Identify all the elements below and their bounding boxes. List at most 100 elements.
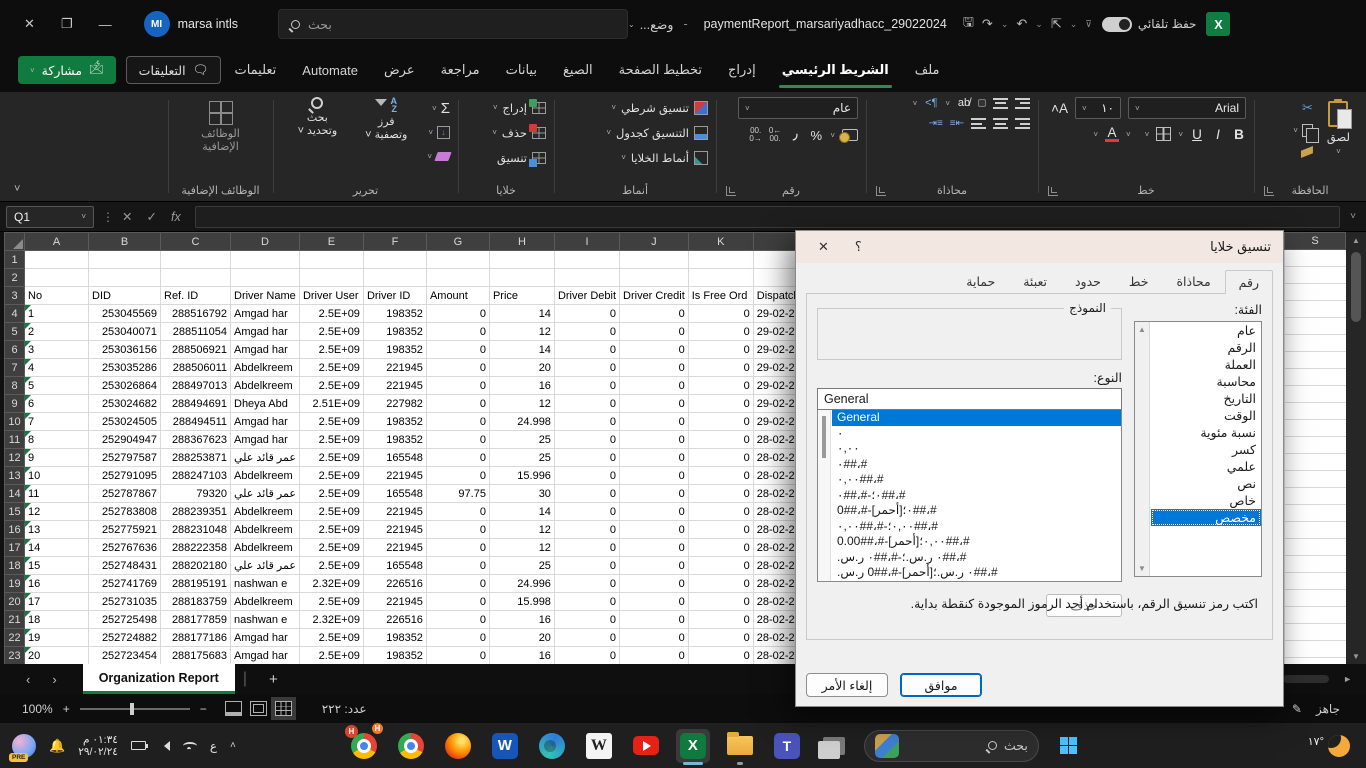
- cell-I10[interactable]: 0: [554, 413, 619, 431]
- cell-D6[interactable]: Amgad har: [231, 341, 300, 359]
- cell-G1[interactable]: [426, 251, 489, 269]
- weather-widget[interactable]: ١٧°: [1308, 735, 1366, 757]
- type-option-4[interactable]: #،##٠,٠٠: [832, 472, 1121, 488]
- column-header-I[interactable]: I: [554, 233, 619, 251]
- cell-A21[interactable]: 18: [25, 611, 89, 629]
- row-header-1[interactable]: 1: [5, 251, 25, 269]
- ribbon-tab-1[interactable]: الشريط الرئيسي: [769, 48, 902, 92]
- font-dialog-launcher-icon[interactable]: [1048, 186, 1058, 196]
- font-name-combobox[interactable]: ˅ Arial: [1128, 97, 1246, 119]
- cell-F17[interactable]: 221945: [363, 539, 426, 557]
- cell-G5[interactable]: 0: [426, 323, 489, 341]
- cell-F20[interactable]: 221945: [363, 593, 426, 611]
- decrease-decimal-icon[interactable]: .00→0: [749, 127, 761, 143]
- redo-icon[interactable]: ↷: [982, 16, 993, 32]
- cell-G23[interactable]: 0: [426, 647, 489, 665]
- column-header-s[interactable]: S: [1284, 232, 1346, 250]
- ribbon-tab-7[interactable]: عرض: [371, 48, 428, 92]
- cell-C6[interactable]: 288506921: [161, 341, 231, 359]
- cut-icon[interactable]: ✂: [1302, 100, 1313, 116]
- alignment-dialog-launcher-icon[interactable]: [876, 186, 886, 196]
- cell-C21[interactable]: 288177859: [161, 611, 231, 629]
- category-option-5[interactable]: الوقت: [1151, 407, 1261, 424]
- cell-F7[interactable]: 221945: [363, 359, 426, 377]
- cell-C18[interactable]: 288202180: [161, 557, 231, 575]
- row-header-19[interactable]: 19: [5, 575, 25, 593]
- cell-C7[interactable]: 288506011: [161, 359, 231, 377]
- cell-G9[interactable]: 0: [426, 395, 489, 413]
- row-header-14[interactable]: 14: [5, 485, 25, 503]
- cell-F19[interactable]: 226516: [363, 575, 426, 593]
- column-header-C[interactable]: C: [161, 233, 231, 251]
- cell-J14[interactable]: 0: [620, 485, 689, 503]
- category-option-4[interactable]: التاريخ: [1151, 390, 1261, 407]
- cell-A6[interactable]: 3: [25, 341, 89, 359]
- align-center-icon[interactable]: [993, 118, 1008, 129]
- next-sheet-icon[interactable]: ›: [52, 672, 56, 687]
- cell-J18[interactable]: 0: [620, 557, 689, 575]
- cell-F21[interactable]: 226516: [363, 611, 426, 629]
- cell-F12[interactable]: 165548: [363, 449, 426, 467]
- cell-I5[interactable]: 0: [554, 323, 619, 341]
- name-box[interactable]: Q1 ˅: [6, 206, 94, 228]
- ok-button[interactable]: موافق: [900, 673, 982, 697]
- cell-C15[interactable]: 288239351: [161, 503, 231, 521]
- enter-entry-icon[interactable]: ✓: [146, 209, 156, 224]
- column-header-F[interactable]: F: [363, 233, 426, 251]
- cell-D3[interactable]: Driver Name: [231, 287, 300, 305]
- cell-J20[interactable]: 0: [620, 593, 689, 611]
- borders-icon[interactable]: [1156, 127, 1171, 141]
- italic-button[interactable]: I: [1211, 127, 1225, 142]
- dialog-close-icon[interactable]: ✕: [818, 239, 829, 255]
- cell-D13[interactable]: Abdelkreem: [231, 467, 300, 485]
- bold-button[interactable]: B: [1232, 127, 1246, 142]
- document-title[interactable]: paymentReport_marsariyadhacc_29022024: [704, 17, 947, 31]
- share-button[interactable]: 🖄 مشاركة ˅: [18, 56, 116, 84]
- dialog-tab-5[interactable]: حماية: [952, 269, 1009, 293]
- cell-I23[interactable]: 0: [554, 647, 619, 665]
- font-size-combobox[interactable]: ˅ ١٠: [1075, 97, 1121, 119]
- format-painter-icon[interactable]: [1301, 146, 1313, 158]
- taskbar-app-teams[interactable]: T: [770, 729, 804, 763]
- share-arrow-icon[interactable]: ⇱: [1051, 16, 1062, 32]
- cell-F18[interactable]: 165548: [363, 557, 426, 575]
- cell-J22[interactable]: 0: [620, 629, 689, 647]
- cell-D16[interactable]: Abdelkreem: [231, 521, 300, 539]
- page-break-view-icon[interactable]: [225, 701, 242, 716]
- type-option-10[interactable]: #،##٠ ر.س.؛[أحمر]-#،##0 ر.س.: [832, 565, 1121, 581]
- cell-I22[interactable]: 0: [554, 629, 619, 647]
- cell-C20[interactable]: 288183759: [161, 593, 231, 611]
- cell-A12[interactable]: 9: [25, 449, 89, 467]
- cell-K1[interactable]: [688, 251, 753, 269]
- cell-B3[interactable]: DID: [89, 287, 161, 305]
- comma-style-icon[interactable]: ٫: [788, 130, 802, 140]
- horizontal-scrollbar[interactable]: [1283, 675, 1329, 683]
- cell-A17[interactable]: 14: [25, 539, 89, 557]
- cell-D22[interactable]: Amgad har: [231, 629, 300, 647]
- cell-J4[interactable]: 0: [620, 305, 689, 323]
- cell-C14[interactable]: 79320: [161, 485, 231, 503]
- row-header-22[interactable]: 22: [5, 629, 25, 647]
- account-name[interactable]: marsa intls: [178, 17, 238, 31]
- cell-K18[interactable]: 0: [688, 557, 753, 575]
- column-header-K[interactable]: K: [688, 233, 753, 251]
- taskbar-app-edge[interactable]: [535, 729, 569, 763]
- conditional-formatting-button[interactable]: تنسيق شرطي˅: [611, 97, 708, 118]
- cell-J13[interactable]: 0: [620, 467, 689, 485]
- taskbar-search-input[interactable]: بحث: [864, 730, 1039, 762]
- cell-G22[interactable]: 0: [426, 629, 489, 647]
- cell-C16[interactable]: 288231048: [161, 521, 231, 539]
- sheet-tab-organization-report[interactable]: Organization Report: [83, 664, 235, 694]
- chevron-down-icon[interactable]: ˅: [1178, 130, 1183, 139]
- cell-H14[interactable]: 30: [489, 485, 554, 503]
- cell-A23[interactable]: 20: [25, 647, 89, 665]
- expand-formula-bar-icon[interactable]: ˅: [1350, 211, 1356, 222]
- chevron-down-icon[interactable]: ˅: [830, 131, 835, 140]
- cell-E6[interactable]: 2.5E+09: [299, 341, 363, 359]
- cell-G19[interactable]: 0: [426, 575, 489, 593]
- page-layout-view-icon[interactable]: [250, 701, 267, 716]
- dialog-tab-1[interactable]: محاذاة: [1162, 269, 1224, 293]
- cell-F3[interactable]: Driver ID: [363, 287, 426, 305]
- cell-A9[interactable]: 6: [25, 395, 89, 413]
- cell-F5[interactable]: 198352: [363, 323, 426, 341]
